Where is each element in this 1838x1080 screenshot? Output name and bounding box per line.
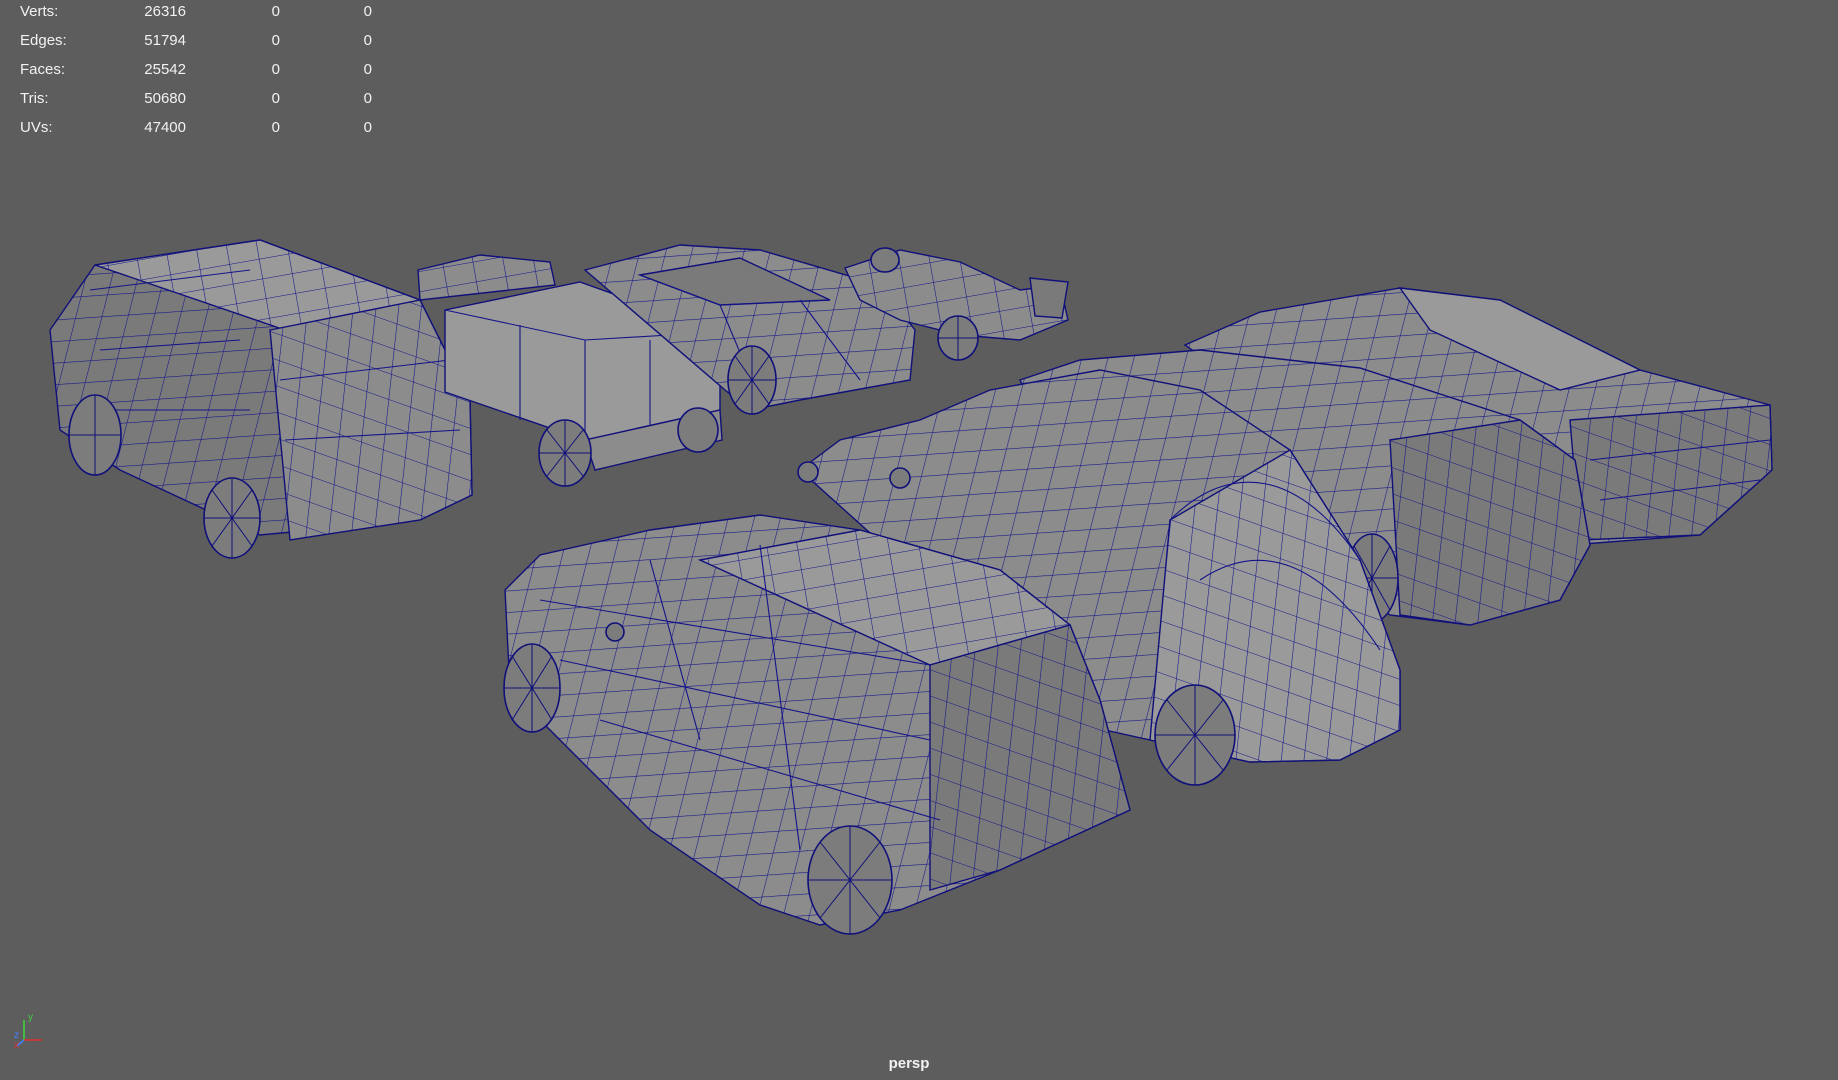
hud-value-selected: 0: [271, 32, 280, 49]
hud-value-component: 0: [363, 61, 372, 78]
van-model[interactable]: [49, 239, 473, 559]
hud-value-total: 51794: [144, 32, 186, 49]
hud-value-selected: 0: [271, 3, 280, 20]
axis-gizmo-icon: y z x: [14, 1012, 42, 1050]
hud-value-selected: 0: [271, 90, 280, 107]
maya-perspective-viewport[interactable]: Verts: 26316 0 0 Edges: 51794 0 0 Faces:…: [0, 0, 1838, 1080]
hud-value-component: 0: [363, 119, 372, 136]
hud-value-selected: 0: [271, 61, 280, 78]
hud-value-total: 50680: [144, 90, 186, 107]
hud-value-total: 26316: [144, 3, 186, 20]
hud-value-total: 25542: [144, 61, 186, 78]
axis-x-label: x: [14, 1040, 19, 1050]
hud-value-component: 0: [363, 32, 372, 49]
scene-vehicle-models[interactable]: [0, 0, 1838, 1080]
axis-y-label: y: [28, 1012, 33, 1023]
hud-value-selected: 0: [271, 119, 280, 136]
hud-value-total: 47400: [144, 119, 186, 136]
camera-name-label: persp: [888, 1055, 930, 1072]
hud-value-component: 0: [363, 3, 372, 20]
hud-value-component: 0: [363, 90, 372, 107]
